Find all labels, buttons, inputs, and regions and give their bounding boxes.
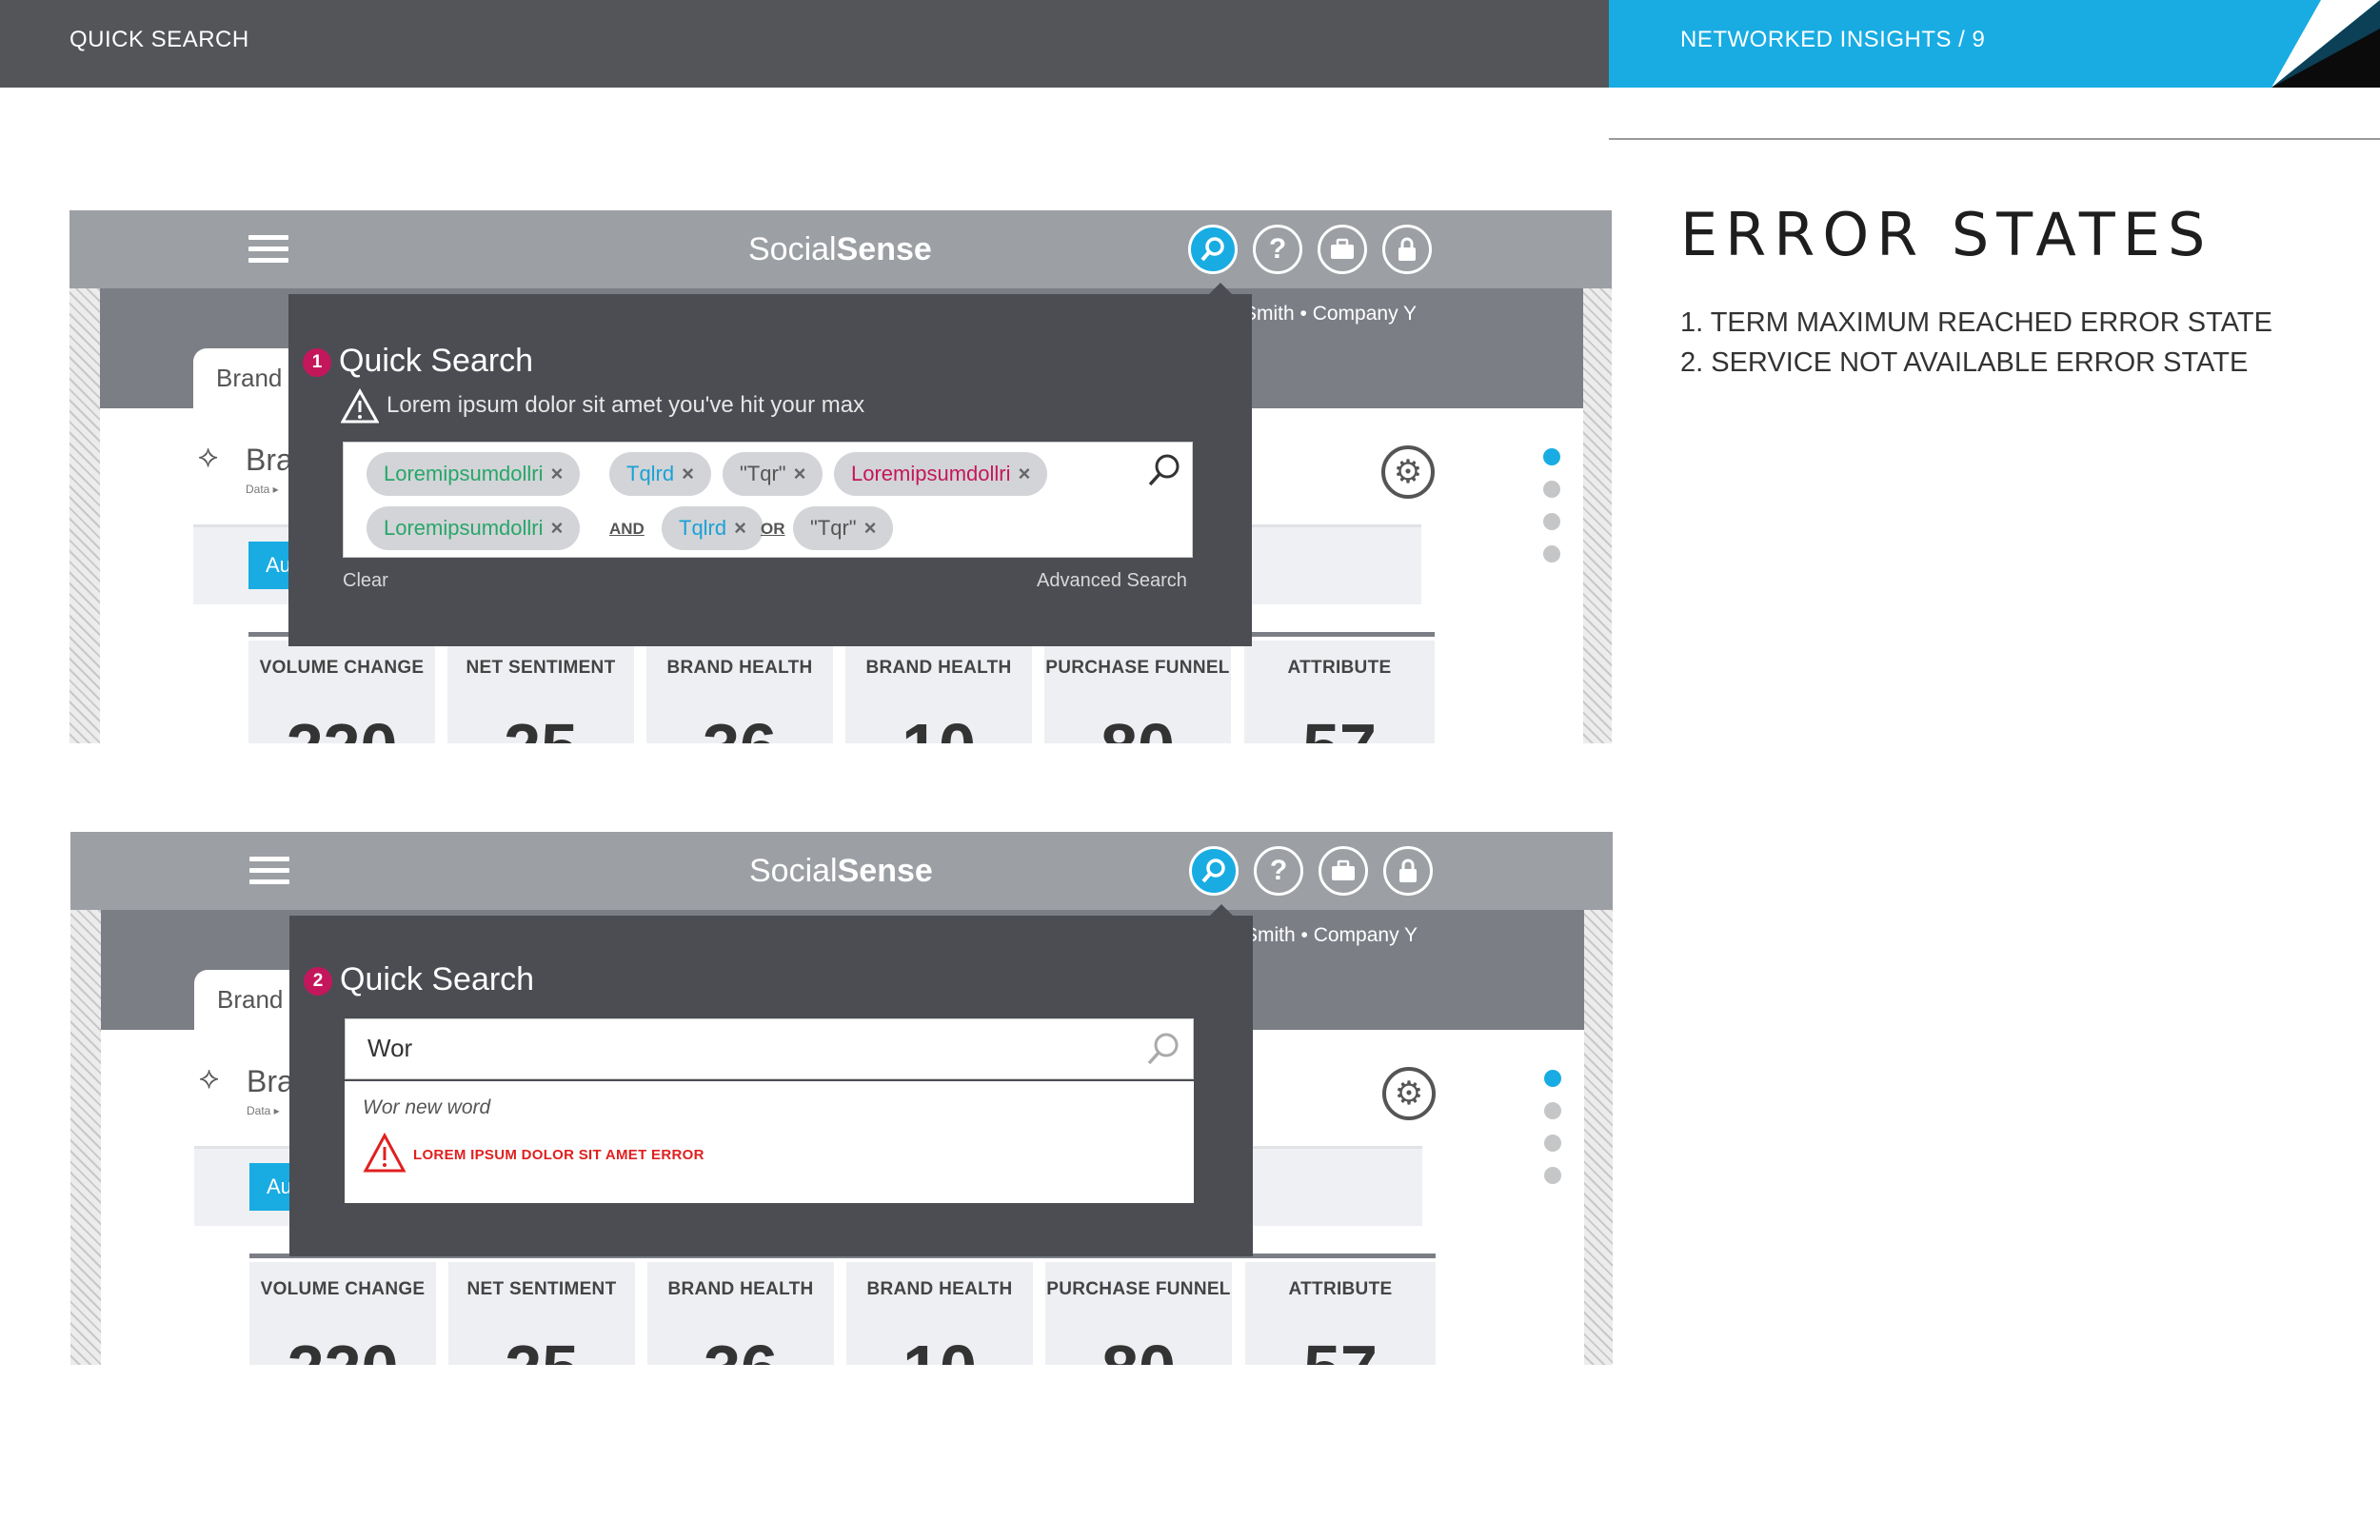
chip-remove-icon[interactable]: × (682, 462, 694, 485)
search-icon[interactable] (1145, 451, 1183, 489)
search-chip[interactable]: Loremipsumdollri × (367, 452, 581, 496)
settings-gear-icon[interactable]: ⚙ (1381, 445, 1435, 499)
operator-and[interactable]: AND (609, 520, 645, 539)
app-logo: SocialSense (749, 853, 933, 889)
divider (1609, 138, 2380, 140)
lock-icon[interactable] (1383, 846, 1433, 896)
metric-card[interactable]: ATTRIBUTE57 (1244, 641, 1435, 743)
chip-remove-icon[interactable]: × (794, 462, 806, 485)
search-chip[interactable]: Tqlrd × (609, 452, 711, 496)
pager-dot[interactable] (1543, 513, 1560, 530)
lock-icon[interactable] (1382, 225, 1432, 274)
step-badge: 2 (304, 967, 332, 996)
app-logo: SocialSense (748, 231, 932, 267)
popover-title: Quick Search (339, 343, 534, 379)
settings-gear-icon[interactable]: ⚙ (1382, 1067, 1436, 1120)
operator-or[interactable]: OR (761, 520, 785, 539)
clear-link[interactable]: Clear (343, 570, 388, 592)
warning-message: Lorem ipsum dolor sit amet you've hit yo… (387, 392, 865, 418)
note-1: 1. TERM MAXIMUM REACHED ERROR STATE (1680, 307, 2272, 338)
metric-card[interactable]: PURCHASE FUNNEL80 (1045, 1262, 1232, 1365)
brand-subtext: Data ▸ (246, 483, 279, 496)
metric-card[interactable]: VOLUME CHANGE220 (249, 1262, 436, 1365)
suggestion-item[interactable]: Wor new word (363, 1096, 490, 1119)
section-label: NETWORKED INSIGHTS / 9 (1680, 27, 1986, 52)
search-chip[interactable]: Loremipsumdollri × (367, 506, 581, 550)
search-chip[interactable]: Loremipsumdollri × (834, 452, 1048, 496)
menu-icon[interactable] (249, 857, 289, 887)
search-icon[interactable] (1144, 1030, 1182, 1068)
metric-card[interactable]: BRAND HEALTH10 (846, 1262, 1033, 1365)
pulse-icon: ⟡ (199, 1060, 220, 1095)
chip-remove-icon[interactable]: × (734, 516, 746, 540)
pager-dot[interactable] (1544, 1167, 1561, 1184)
screenshot-term-max: SocialSense ? Smith • Company Y Brand ⟡ … (69, 210, 1612, 743)
menu-icon[interactable] (248, 235, 288, 266)
notes-list: 1. TERM MAXIMUM REACHED ERROR STATE 2. S… (1680, 303, 2272, 383)
page-title: QUICK SEARCH (69, 27, 249, 52)
popover-pointer (1209, 283, 1232, 294)
pager-dot[interactable] (1543, 481, 1560, 498)
metric-card[interactable]: BRAND HEALTH36 (646, 641, 833, 743)
error-warning-icon (363, 1133, 407, 1173)
pager-dots[interactable] (1544, 1070, 1563, 1199)
chip-remove-icon[interactable]: × (864, 516, 877, 540)
note-2: 2. SERVICE NOT AVAILABLE ERROR STATE (1680, 347, 2249, 378)
search-chip[interactable]: "Tqr" × (723, 452, 823, 496)
search-icon[interactable] (1189, 846, 1239, 896)
search-chip[interactable]: "Tqr" × (793, 506, 894, 550)
advanced-search-link[interactable]: Advanced Search (1037, 570, 1187, 592)
briefcase-icon[interactable] (1318, 225, 1367, 274)
search-input[interactable] (345, 1018, 1194, 1079)
briefcase-icon[interactable] (1319, 846, 1368, 896)
user-info: Smith • Company Y (1244, 924, 1418, 946)
pager-dot[interactable] (1544, 1102, 1561, 1119)
hatch-right (1583, 288, 1612, 743)
pager-dot[interactable] (1544, 1070, 1561, 1087)
brand-heading: Bra (247, 1064, 294, 1098)
chip-remove-icon[interactable]: × (1019, 462, 1031, 485)
warning-icon (341, 388, 379, 424)
help-icon[interactable]: ? (1254, 846, 1303, 896)
metric-card[interactable]: NET SENTIMENT25 (448, 1262, 635, 1365)
pager-dots[interactable] (1543, 448, 1562, 578)
hatch-right (1584, 910, 1613, 1365)
section-heading: ERROR STATES (1680, 200, 2213, 269)
metric-card[interactable]: VOLUME CHANGE220 (248, 641, 435, 743)
step-badge: 1 (303, 348, 331, 377)
hatch-left (70, 910, 101, 1365)
metric-card[interactable]: NET SENTIMENT25 (447, 641, 634, 743)
user-info: Smith • Company Y (1243, 303, 1418, 325)
brand-subtext: Data ▸ (247, 1104, 280, 1117)
pulse-icon: ⟡ (198, 439, 219, 473)
search-chip[interactable]: Tqlrd × (662, 506, 764, 550)
error-message: LOREM IPSUM DOLOR SIT AMET ERROR (413, 1147, 704, 1163)
pager-dot[interactable] (1544, 1135, 1561, 1152)
search-icon[interactable] (1188, 225, 1238, 274)
page-corner-graphic (2271, 0, 2380, 88)
hatch-left (69, 288, 100, 743)
screenshot-service-unavailable: SocialSense ? Smith • Company Y Brand ⟡ … (70, 832, 1613, 1365)
metric-card[interactable]: BRAND HEALTH36 (647, 1262, 834, 1365)
chip-remove-icon[interactable]: × (551, 462, 564, 485)
metric-card[interactable]: ATTRIBUTE57 (1245, 1262, 1436, 1365)
chip-remove-icon[interactable]: × (551, 516, 564, 540)
pager-dot[interactable] (1543, 448, 1560, 465)
metric-card[interactable]: PURCHASE FUNNEL80 (1044, 641, 1231, 743)
brand-heading: Bra (246, 443, 293, 477)
search-input-value: Wor (367, 1034, 413, 1062)
popover-pointer (1210, 904, 1233, 916)
help-icon[interactable]: ? (1253, 225, 1302, 274)
popover-title: Quick Search (340, 961, 535, 997)
pager-dot[interactable] (1543, 545, 1560, 563)
metric-card[interactable]: BRAND HEALTH10 (845, 641, 1032, 743)
